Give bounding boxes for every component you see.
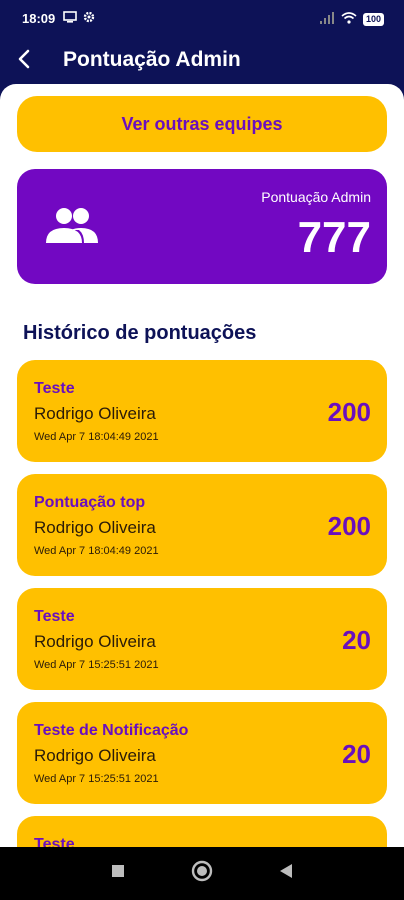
main-content: Ver outras equipes Pontuação Admin 777 H… [0,84,404,847]
signal-icon [319,12,335,27]
back-triangle-icon [279,863,293,884]
home-button[interactable] [190,860,214,887]
app-bar: Pontuação Admin [0,38,404,84]
history-item-points: 20 [342,739,371,769]
history-item-title: Teste [34,836,75,847]
recents-button[interactable] [106,861,130,885]
history-item[interactable]: Teste Rodrigo Oliveira Wed Apr 7 15:25:5… [17,588,387,690]
history-item-title: Teste [34,608,75,625]
wifi-icon [341,12,357,27]
history-item-user: Rodrigo Oliveira [34,632,156,651]
history-item-user: Rodrigo Oliveira [34,746,156,765]
history-item-title: Teste [34,380,75,397]
status-right-icons: 100 [319,12,384,27]
history-heading: Histórico de pontuações [23,322,257,344]
gear-icon [83,11,95,26]
history-item-date: Wed Apr 7 15:25:51 2021 [34,773,159,785]
status-time: 18:09 [22,11,56,26]
history-item-date: Wed Apr 7 18:04:49 2021 [34,431,159,443]
back-button[interactable] [8,45,40,77]
other-teams-button[interactable]: Ver outras equipes [17,96,387,152]
status-left-icons [63,11,95,26]
history-item[interactable]: Teste de Notificação Rodrigo Oliveira We… [17,702,387,804]
history-item-user: Rodrigo Oliveira [34,404,156,423]
score-value: 777 [297,213,371,262]
history-item[interactable]: Pontuação top Rodrigo Oliveira Wed Apr 7… [17,474,387,576]
status-bar: 18:09 100 [0,0,404,38]
group-icon [44,205,100,250]
battery-icon: 100 [362,13,384,26]
history-item[interactable]: Teste Rodrigo Oliveira Wed Apr 7 18:04:4… [17,360,387,462]
score-label: Pontuação Admin [261,189,371,205]
history-item-title: Teste de Notificação [34,722,189,739]
system-back-button[interactable] [274,861,298,885]
back-arrow-icon [16,49,32,74]
history-item-date: Wed Apr 7 15:25:51 2021 [34,659,159,671]
system-nav-bar [0,847,404,900]
history-item[interactable]: Teste [17,816,387,847]
page-title: Pontuação Admin [63,48,241,71]
history-list: Teste Rodrigo Oliveira Wed Apr 7 18:04:4… [17,360,387,847]
history-item-points: 200 [327,511,371,541]
history-item-points: 20 [342,625,371,655]
history-item-title: Pontuação top [34,494,146,511]
history-item-date: Wed Apr 7 18:04:49 2021 [34,545,159,557]
recents-square-icon [111,864,125,883]
history-item-points: 200 [327,397,371,427]
home-circle-icon [191,860,213,887]
screen-cast-icon [63,11,77,26]
history-item-user: Rodrigo Oliveira [34,518,156,537]
score-card: Pontuação Admin 777 [17,169,387,284]
